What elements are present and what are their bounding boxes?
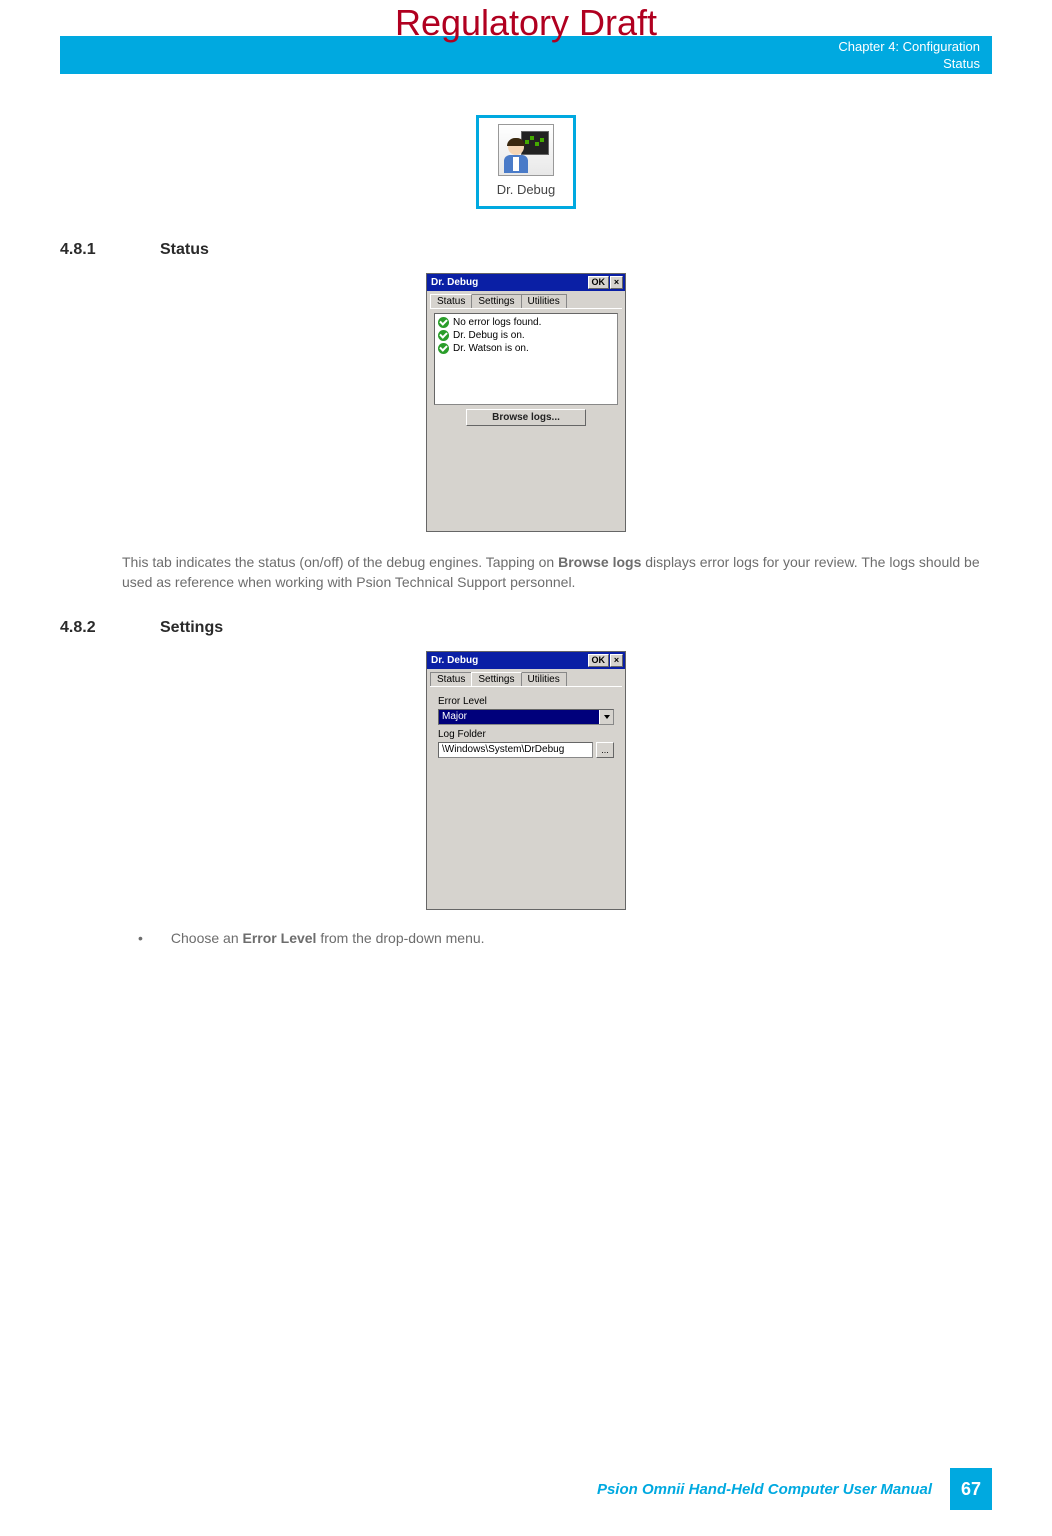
status-description: This tab indicates the status (on/off) o…	[122, 552, 992, 593]
tab-status[interactable]: Status	[430, 294, 472, 308]
status-item-text: Dr. Debug is on.	[453, 330, 525, 341]
bullet-marker: •	[138, 930, 143, 946]
status-item-text: Dr. Watson is on.	[453, 343, 529, 354]
ok-button[interactable]: OK	[588, 276, 610, 289]
settings-tab-body: Error Level Major Log Folder ...	[430, 686, 622, 906]
text-bold: Error Level	[243, 930, 317, 946]
close-button[interactable]: ×	[610, 276, 623, 289]
dialog-title: Dr. Debug	[431, 655, 478, 666]
tab-utilities[interactable]: Utilities	[521, 294, 567, 308]
text-bold: Browse logs	[558, 554, 641, 570]
check-icon	[438, 330, 449, 341]
section-label: Status	[838, 56, 980, 73]
status-item: Dr. Debug is on.	[438, 330, 614, 341]
close-button[interactable]: ×	[610, 654, 623, 667]
manual-title: Psion Omnii Hand-Held Computer User Manu…	[597, 1481, 932, 1498]
status-tab-body: No error logs found. Dr. Debug is on. Dr…	[430, 308, 622, 528]
tab-status[interactable]: Status	[430, 672, 472, 686]
dr-debug-status-dialog: Dr. Debug OK × Status Settings Utilities…	[426, 273, 626, 532]
header-text: Chapter 4: Configuration Status	[838, 39, 980, 73]
log-folder-label: Log Folder	[438, 729, 614, 740]
text: This tab indicates the status (on/off) o…	[122, 554, 558, 570]
dialog-title: Dr. Debug	[431, 277, 478, 288]
error-level-label: Error Level	[438, 696, 614, 707]
ok-button[interactable]: OK	[588, 654, 610, 667]
page-content: Dr. Debug 4.8.1 Status Dr. Debug OK × St…	[60, 95, 992, 946]
text: from the drop-down menu.	[316, 930, 484, 946]
log-folder-input[interactable]	[438, 742, 593, 758]
section-title: Status	[160, 241, 209, 259]
browse-path-button[interactable]: ...	[596, 742, 614, 758]
dialog-titlebar: Dr. Debug OK ×	[427, 274, 625, 291]
tab-settings[interactable]: Settings	[471, 672, 521, 686]
section-num: 4.8.2	[60, 619, 120, 637]
tab-utilities[interactable]: Utilities	[521, 672, 567, 686]
regulatory-draft-watermark: Regulatory Draft	[395, 2, 657, 44]
dialog-tabs: Status Settings Utilities	[427, 291, 625, 308]
page-number: 67	[950, 1468, 992, 1510]
chapter-label: Chapter 4: Configuration	[838, 39, 980, 56]
page-footer: Psion Omnii Hand-Held Computer User Manu…	[597, 1468, 992, 1510]
dropdown-value: Major	[439, 710, 599, 724]
text: Choose an	[171, 930, 243, 946]
status-item: Dr. Watson is on.	[438, 343, 614, 354]
app-icon-label: Dr. Debug	[497, 182, 556, 197]
error-level-dropdown[interactable]: Major	[438, 709, 614, 725]
dialog-titlebar: Dr. Debug OK ×	[427, 652, 625, 669]
tab-settings[interactable]: Settings	[471, 294, 521, 308]
check-icon	[438, 343, 449, 354]
check-icon	[438, 317, 449, 328]
section-481-heading: 4.8.1 Status	[60, 241, 992, 259]
section-482-heading: 4.8.2 Settings	[60, 619, 992, 637]
doctor-icon	[503, 139, 529, 173]
dr-debug-icon-image	[498, 124, 554, 176]
status-item-text: No error logs found.	[453, 317, 541, 328]
dialog-tabs: Status Settings Utilities	[427, 669, 625, 686]
browse-logs-button[interactable]: Browse logs...	[466, 409, 586, 426]
status-list: No error logs found. Dr. Debug is on. Dr…	[434, 313, 618, 405]
status-item: No error logs found.	[438, 317, 614, 328]
dr-debug-app-icon: Dr. Debug	[476, 115, 576, 209]
chevron-down-icon[interactable]	[599, 710, 613, 724]
bullet-instruction: • Choose an Error Level from the drop-do…	[138, 930, 992, 946]
section-num: 4.8.1	[60, 241, 120, 259]
section-title: Settings	[160, 619, 223, 637]
dr-debug-settings-dialog: Dr. Debug OK × Status Settings Utilities…	[426, 651, 626, 910]
